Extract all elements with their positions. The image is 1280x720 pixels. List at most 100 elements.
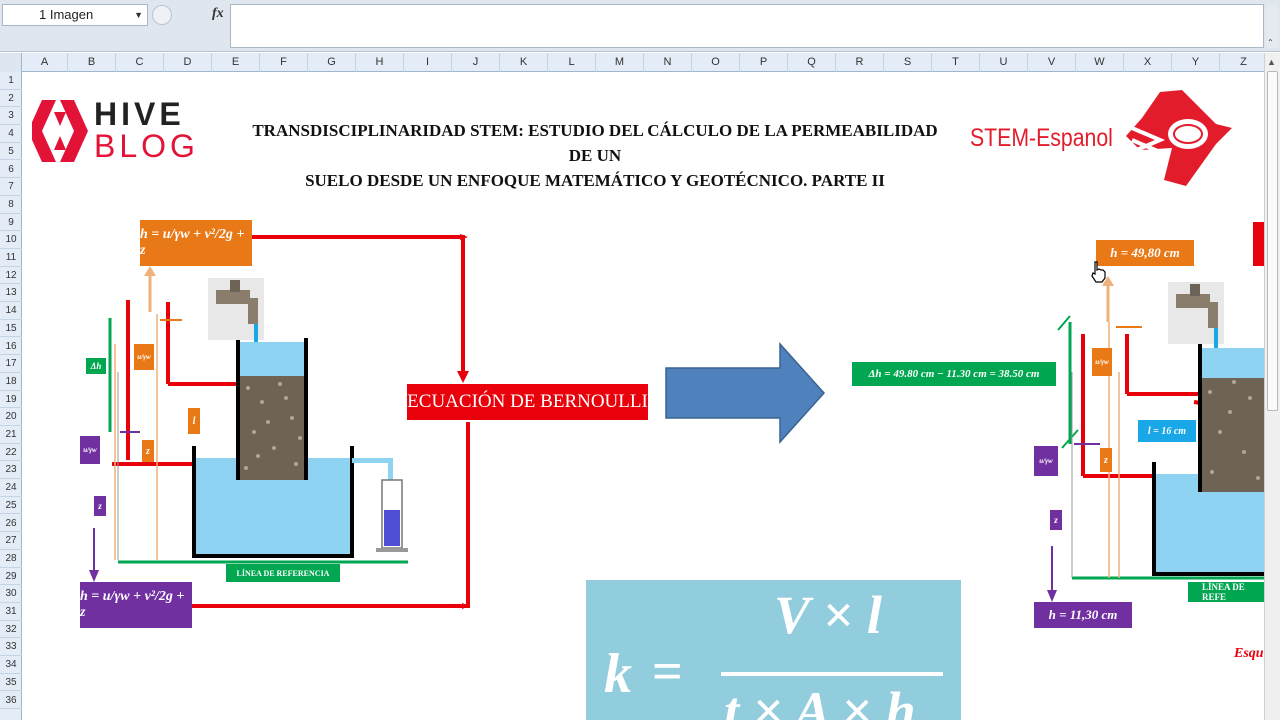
- row-header-23[interactable]: 23: [0, 461, 22, 480]
- name-box[interactable]: 1 Imagen ▼: [2, 4, 148, 26]
- column-header-r[interactable]: R: [836, 53, 884, 72]
- formula-denominator: t × A × h: [724, 681, 916, 720]
- row-header-18[interactable]: 18: [0, 373, 22, 391]
- right-arrow-icon: [665, 342, 826, 444]
- row-headers: 1 2 3 4 5 6 7 8 9 10 11 12 13 14 15 16 17 18 19 20 21 22 23 24 2…: [0, 72, 22, 720]
- column-header-k[interactable]: K: [500, 53, 548, 72]
- separator-handle[interactable]: [152, 5, 172, 25]
- bernoulli-equation-bottom: h = u/γw + v²/2g + z: [80, 582, 192, 628]
- row-header-30[interactable]: 30: [0, 585, 22, 603]
- row-header-20[interactable]: 20: [0, 408, 22, 426]
- z-orange-right: z: [1100, 448, 1112, 472]
- row-header-28[interactable]: 28: [0, 550, 22, 568]
- fx-icon[interactable]: fx: [212, 6, 224, 22]
- column-header-z[interactable]: Z: [1220, 53, 1268, 72]
- name-box-value: 1 Imagen: [39, 7, 94, 22]
- row-header-4[interactable]: 4: [0, 125, 22, 143]
- formula-toolbar: 1 Imagen ▼ fx ⌃: [0, 0, 1280, 52]
- row-header-19[interactable]: 19: [0, 391, 22, 409]
- row-header-11[interactable]: 11: [0, 249, 22, 267]
- column-header-b[interactable]: B: [68, 53, 116, 72]
- l-label: l: [188, 408, 200, 434]
- expand-formula-bar-button[interactable]: ⌃: [1266, 4, 1278, 48]
- u-gamma-purple-label: u/γw: [80, 436, 100, 464]
- delta-h-label: Δh: [86, 358, 106, 374]
- row-header-9[interactable]: 9: [0, 214, 22, 232]
- column-header-v[interactable]: V: [1028, 53, 1076, 72]
- row-header-1[interactable]: 1: [0, 72, 22, 90]
- chevron-up-icon: ⌃: [1267, 38, 1274, 47]
- column-header-f[interactable]: F: [260, 53, 308, 72]
- column-header-t[interactable]: T: [932, 53, 980, 72]
- column-header-g[interactable]: G: [308, 53, 356, 72]
- row-header-10[interactable]: 10: [0, 231, 22, 249]
- row-header-21[interactable]: 21: [0, 426, 22, 444]
- equals-sign: =: [652, 641, 683, 701]
- hand-cursor-icon: [1091, 261, 1106, 283]
- chevron-down-icon[interactable]: ▼: [134, 5, 143, 25]
- u-gamma-orange-label: u/γw: [134, 344, 154, 370]
- row-header-3[interactable]: 3: [0, 107, 22, 126]
- row-header-7[interactable]: 7: [0, 178, 22, 196]
- row-header-25[interactable]: 25: [0, 497, 22, 515]
- column-header-h[interactable]: H: [356, 53, 404, 72]
- row-header-8[interactable]: 8: [0, 196, 22, 214]
- z-orange-label: z: [142, 440, 154, 462]
- row-header-5[interactable]: 5: [0, 143, 22, 161]
- k-symbol: k: [604, 643, 632, 705]
- formula-controls: fx: [150, 4, 230, 26]
- u-gamma-purple-right: u/γw: [1034, 446, 1058, 476]
- l-value-label: l = 16 cm: [1138, 420, 1196, 442]
- worksheet-canvas[interactable]: HIVE BLOG TRANSDISCIPLINARIDAD STEM: EST…: [22, 72, 1264, 720]
- scroll-up-icon[interactable]: ▲: [1267, 57, 1276, 67]
- row-header-12[interactable]: 12: [0, 267, 22, 285]
- column-header-x[interactable]: X: [1124, 53, 1172, 72]
- scrollbar-thumb[interactable]: [1267, 71, 1278, 411]
- select-all-corner[interactable]: [0, 53, 22, 72]
- row-header-32[interactable]: 32: [0, 621, 22, 639]
- row-header-26[interactable]: 26: [0, 515, 22, 533]
- column-header-d[interactable]: D: [164, 53, 212, 72]
- column-header-l[interactable]: L: [548, 53, 596, 72]
- row-header-22[interactable]: 22: [0, 444, 22, 462]
- row-header-13[interactable]: 13: [0, 284, 22, 303]
- column-header-e[interactable]: E: [212, 53, 260, 72]
- column-header-j[interactable]: J: [452, 53, 500, 72]
- vertical-scrollbar[interactable]: ▲: [1264, 53, 1280, 720]
- column-header-p[interactable]: P: [740, 53, 788, 72]
- reference-line-label-right: LÍNEA DE REFE: [1188, 582, 1264, 602]
- row-header-6[interactable]: 6: [0, 161, 22, 179]
- row-header-35[interactable]: 35: [0, 674, 22, 692]
- column-header-a[interactable]: A: [22, 53, 68, 72]
- row-header-27[interactable]: 27: [0, 532, 22, 550]
- row-header-16[interactable]: 16: [0, 338, 22, 356]
- permeameter-diagram-left: [192, 278, 408, 558]
- column-headers: ABCDEFGHIJKLMNOPQRSTUVWXYZ: [0, 53, 1268, 72]
- row-header-24[interactable]: 24: [0, 479, 22, 497]
- row-header-36[interactable]: 36: [0, 692, 22, 710]
- z-purple-right: z: [1050, 510, 1062, 530]
- column-header-y[interactable]: Y: [1172, 53, 1220, 72]
- row-header-29[interactable]: 29: [0, 568, 22, 586]
- column-header-i[interactable]: I: [404, 53, 452, 72]
- column-header-o[interactable]: O: [692, 53, 740, 72]
- row-header-31[interactable]: 31: [0, 603, 22, 621]
- z-purple-label: z: [94, 496, 106, 516]
- row-header-33[interactable]: 33: [0, 638, 22, 657]
- fraction-bar: [721, 672, 943, 676]
- column-header-w[interactable]: W: [1076, 53, 1124, 72]
- row-header-2[interactable]: 2: [0, 90, 22, 108]
- column-header-u[interactable]: U: [980, 53, 1028, 72]
- column-header-n[interactable]: N: [644, 53, 692, 72]
- column-header-c[interactable]: C: [116, 53, 164, 72]
- formula-input[interactable]: [230, 4, 1264, 48]
- bernoulli-label: ECUACIÓN DE BERNOULLI: [407, 384, 648, 420]
- column-header-s[interactable]: S: [884, 53, 932, 72]
- row-header-14[interactable]: 14: [0, 302, 22, 320]
- row-header-17[interactable]: 17: [0, 355, 22, 373]
- row-header-34[interactable]: 34: [0, 656, 22, 674]
- h-bottom-value: h = 11,30 cm: [1034, 602, 1132, 628]
- column-header-m[interactable]: M: [596, 53, 644, 72]
- column-header-q[interactable]: Q: [788, 53, 836, 72]
- row-header-15[interactable]: 15: [0, 320, 22, 338]
